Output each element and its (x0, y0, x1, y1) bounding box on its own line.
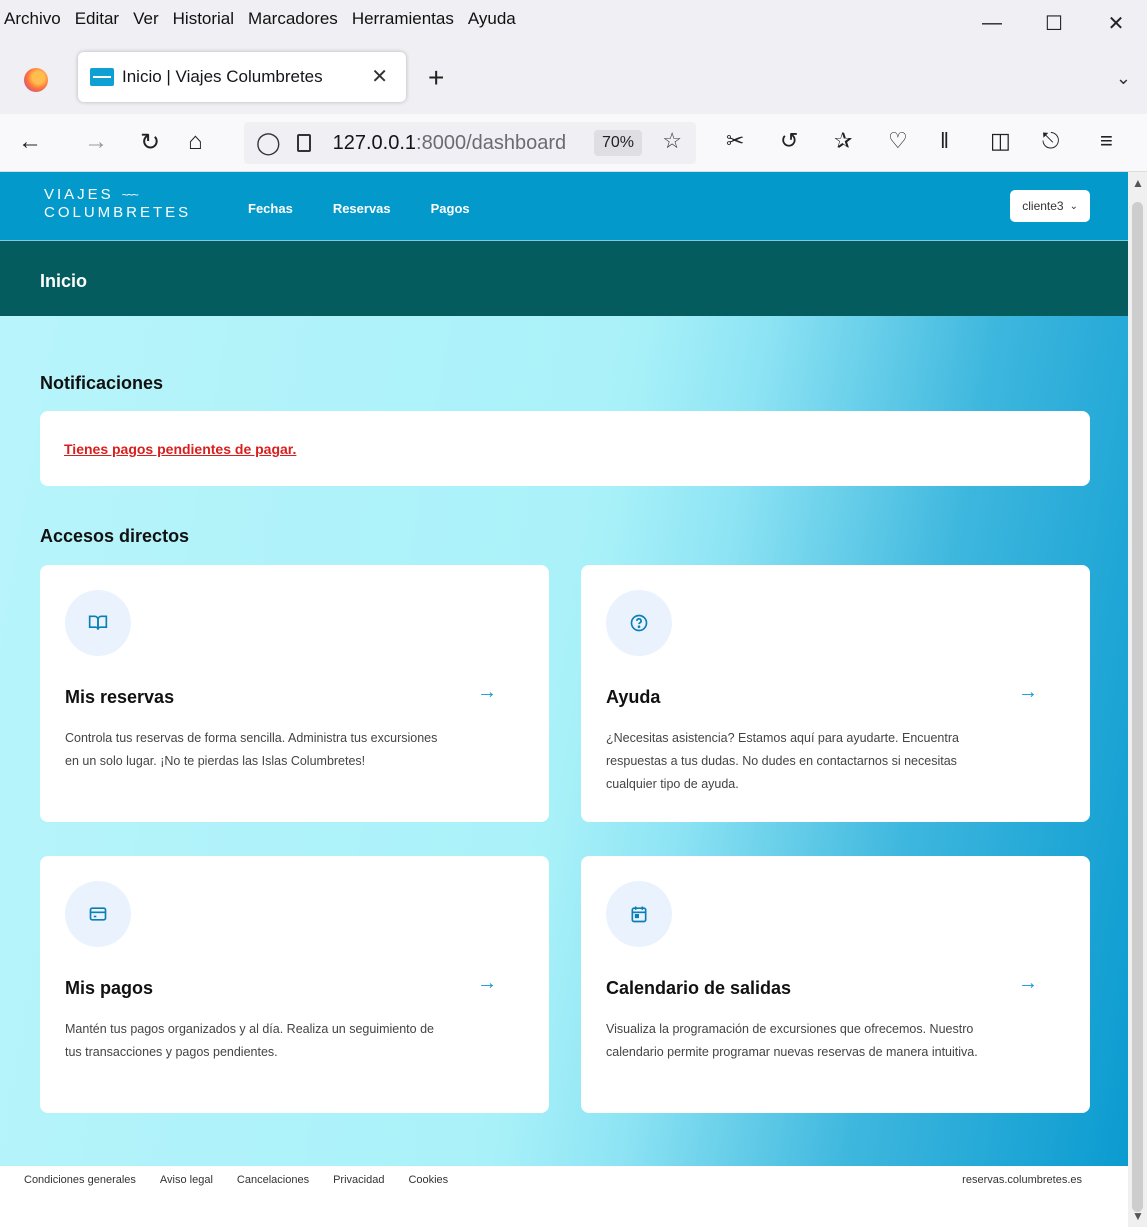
page-icon (296, 134, 311, 152)
minimize-icon[interactable]: — (961, 0, 1023, 46)
hamburger-menu-icon[interactable]: ≡ (1100, 128, 1113, 154)
chevron-down-icon: ⌄ (1069, 200, 1078, 212)
zoom-level[interactable]: 70% (593, 130, 642, 156)
card-title: Mis reservas (65, 687, 175, 707)
notifications-title: Notificaciones (40, 373, 164, 393)
nav-fechas[interactable]: Fechas (248, 201, 293, 216)
menu-historial[interactable]: Historial (173, 9, 234, 29)
shortcuts-title: Accesos directos (40, 526, 190, 546)
waves-icon: ~~~ (121, 188, 139, 202)
footer-link-cookies[interactable]: Cookies (408, 1174, 448, 1186)
card-description: Mantén tus pagos organizados y al día. R… (65, 1022, 434, 1059)
page-title: Inicio (40, 271, 88, 291)
footer-link-condiciones[interactable]: Condiciones generales (24, 1174, 136, 1186)
main-content: Notificaciones Tienes pagos pendientes d… (0, 316, 1128, 1166)
user-menu-button[interactable]: cliente3 ⌄ (1010, 190, 1090, 222)
arrow-right-icon[interactable]: → (477, 972, 497, 995)
arrow-right-icon[interactable]: → (1018, 972, 1038, 995)
help-circle-icon (630, 614, 648, 632)
pending-payments-link[interactable]: Tienes pagos pendientes de pagar. (64, 441, 296, 457)
card-title: Ayuda (606, 687, 661, 707)
arrow-right-icon[interactable]: → (477, 681, 497, 704)
icon-badge (606, 590, 672, 656)
calendar-icon (631, 906, 647, 923)
main-nav: Fechas Reservas Pagos (248, 201, 510, 216)
footer-link-privacidad[interactable]: Privacidad (333, 1174, 384, 1186)
card-mis-pagos[interactable]: Mis pagos → Mantén tus pagos organizados… (40, 856, 549, 1113)
footer-domain: reservas.columbretes.es (962, 1174, 1082, 1186)
reload-icon[interactable]: ↻ (140, 128, 160, 157)
card-title: Calendario de salidas (606, 978, 792, 998)
notification-panel: Tienes pagos pendientes de pagar. (40, 411, 1090, 486)
forward-icon[interactable]: → (84, 128, 108, 156)
scrollbar[interactable]: ▲ ▼ (1128, 172, 1147, 1227)
scrollbar-thumb[interactable] (1132, 202, 1143, 1212)
tab-inicio[interactable]: Inicio | Viajes Columbretes ✕ (78, 52, 406, 102)
site-logo[interactable]: VIAJES ~~~ COLUMBRETES (44, 187, 191, 220)
icon-badge (65, 881, 131, 947)
menu-editar[interactable]: Editar (75, 9, 119, 29)
close-window-icon[interactable]: ✕ (1085, 0, 1147, 46)
menu-ver[interactable]: Ver (133, 9, 159, 29)
icon-badge (65, 590, 131, 656)
back-icon[interactable]: ← (18, 128, 42, 156)
url-text[interactable]: 127.0.0.1:8000/dashboard (333, 132, 567, 155)
app-header: VIAJES ~~~ COLUMBRETES Fechas Reservas Pa… (0, 172, 1128, 240)
bookmark-star-icon[interactable]: ☆ (662, 128, 682, 154)
footer: Condiciones generales Aviso legal Cancel… (0, 1166, 1128, 1227)
bookmarks-star-icon[interactable]: ✰ (834, 128, 852, 154)
footer-link-cancelaciones[interactable]: Cancelaciones (237, 1174, 309, 1186)
pocket-icon[interactable]: ♡ (888, 128, 908, 154)
extensions-icon[interactable]: ⎋ (1042, 128, 1059, 154)
scroll-down-icon[interactable]: ▼ (1132, 1209, 1144, 1223)
new-tab-icon[interactable]: + (428, 62, 444, 94)
tab-strip: Inicio | Viajes Columbretes ✕ + ⌄ (0, 42, 1147, 114)
nav-reservas[interactable]: Reservas (333, 201, 391, 216)
card-title: Mis pagos (65, 978, 154, 998)
site-favicon-icon (90, 68, 114, 86)
screenshot-icon[interactable]: ✂ (726, 128, 744, 154)
maximize-icon[interactable]: ☐ (1023, 0, 1085, 46)
firefox-logo-icon[interactable] (24, 68, 48, 92)
card-ayuda[interactable]: Ayuda → ¿Necesitas asistencia? Estamos a… (581, 565, 1090, 822)
nav-bar: ← → ↻ ⌂ ◯ 127.0.0.1:8000/dashboard 70% ☆… (0, 114, 1147, 172)
shield-icon[interactable]: ◯ (256, 130, 281, 156)
menu-archivo[interactable]: Archivo (4, 9, 61, 29)
sidebar-icon[interactable]: ◫ (990, 128, 1011, 154)
card-description: Controla tus reservas de forma sencilla.… (65, 731, 438, 768)
scroll-up-icon[interactable]: ▲ (1132, 176, 1144, 190)
menu-marcadores[interactable]: Marcadores (248, 9, 338, 29)
arrow-right-icon[interactable]: → (1018, 681, 1038, 704)
book-open-icon (88, 615, 108, 630)
menu-ayuda[interactable]: Ayuda (468, 9, 516, 29)
close-tab-icon[interactable]: ✕ (371, 64, 388, 89)
menu-bar: Archivo Editar Ver Historial Marcadores … (0, 0, 1147, 42)
card-mis-reservas[interactable]: Mis reservas → Controla tus reservas de … (40, 565, 549, 822)
library-icon[interactable]: ‖ (940, 128, 949, 154)
url-bar[interactable]: ◯ 127.0.0.1:8000/dashboard 70% ☆ (244, 122, 696, 164)
credit-card-icon (89, 907, 107, 921)
footer-link-aviso-legal[interactable]: Aviso legal (160, 1174, 213, 1186)
history-icon[interactable]: ↺ (780, 128, 798, 154)
page-header: Inicio (0, 240, 1128, 316)
nav-pagos[interactable]: Pagos (431, 201, 470, 216)
card-calendario[interactable]: Calendario de salidas → Visualiza la pro… (581, 856, 1090, 1113)
tab-title: Inicio | Viajes Columbretes (122, 67, 323, 86)
home-icon[interactable]: ⌂ (188, 128, 203, 156)
chevron-down-icon[interactable]: ⌄ (1116, 68, 1131, 89)
menu-herramientas[interactable]: Herramientas (352, 9, 454, 29)
page-viewport: VIAJES ~~~ COLUMBRETES Fechas Reservas Pa… (0, 172, 1128, 1227)
card-description: ¿Necesitas asistencia? Estamos aquí para… (606, 731, 959, 791)
user-name: cliente3 (1022, 199, 1064, 213)
icon-badge (606, 881, 672, 947)
card-description: Visualiza la programación de excursiones… (606, 1022, 978, 1059)
